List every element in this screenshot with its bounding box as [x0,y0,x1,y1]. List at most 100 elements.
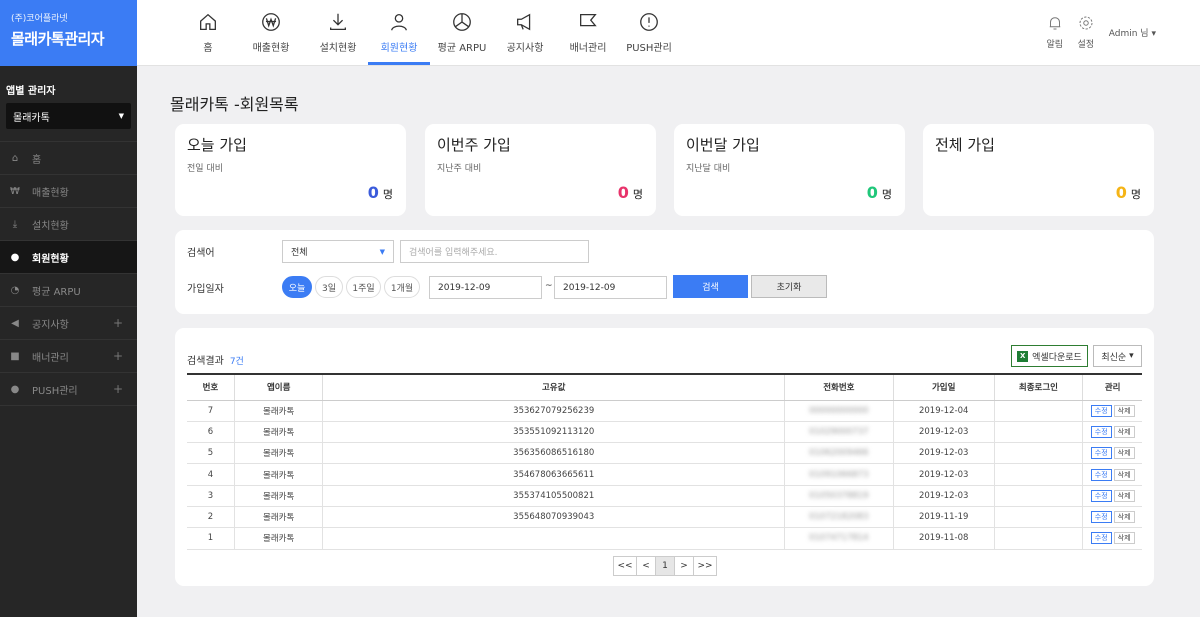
cell-phone: 01050378819 [784,485,894,507]
results-title: 검색결과 [187,356,224,367]
brand[interactable]: (주)코어플라넷 몰래카톡관리자 [0,0,137,66]
date-separator: ~ [545,281,553,291]
edit-button[interactable]: 수정 [1090,489,1112,502]
expand-icon[interactable]: + [113,316,123,330]
delete-button[interactable]: 삭제 [1113,468,1135,481]
expand-icon[interactable]: + [113,382,123,396]
search-type-select[interactable]: 전체 ▼ [282,240,394,263]
sidebar-item-installs[interactable]: ⤓ 설치현황 [0,208,137,241]
table-row: 7 몰래카톡 353627079256239 00000000000 2019-12-0… [187,400,1142,422]
admin-name: Admin 님 [1108,29,1149,39]
nav-push[interactable]: PUSH관리 [620,0,678,66]
table-row: 5 몰래카톡 356356086516180 01062009466 2019-12-0… [187,442,1142,465]
col-header-phone: 전화번호 [784,373,894,401]
cell-phone: 01062009466 [784,442,894,465]
edit-button[interactable]: 수정 [1090,468,1112,481]
page-1-button[interactable]: 1 [655,556,675,576]
sidebar-item-banners[interactable]: ■ 배너관리 + [0,340,137,373]
search-input[interactable]: 검색어를 입력해주세요. [400,240,589,263]
reset-button[interactable]: 초기화 [751,275,827,298]
cell-no: 1 [187,527,235,550]
col-header-uid: 고유값 [322,373,785,401]
cell-joined: 2019-12-03 [893,463,995,486]
delete-button[interactable]: 삭제 [1113,532,1135,545]
cell-last-login [994,485,1084,507]
stat-unit: 명 [632,188,643,201]
range-3day-button[interactable]: 3일 [315,276,343,298]
cell-joined: 2019-12-03 [893,421,995,444]
cell-joined: 2019-12-03 [893,485,995,507]
excel-download-button[interactable]: X 엑셀다운로드 [1011,345,1088,367]
delete-button[interactable]: 삭제 [1113,511,1135,524]
table-row: 1 몰래카톡 01074717814 2019-11-08 수정 삭제 [187,527,1142,550]
edit-button[interactable]: 수정 [1090,404,1112,417]
range-1week-button[interactable]: 1주일 [346,276,381,298]
cell-app: 몰래카톡 [234,527,324,550]
sidebar-item-home[interactable]: ⌂ 홈 [0,142,137,175]
date-to-input[interactable]: 2019-12-09 [554,276,667,299]
flag-icon: ■ [10,350,20,362]
sidebar-item-push[interactable]: ● PUSH관리 + [0,373,137,406]
cell-app: 몰래카톡 [234,463,324,486]
download-icon [330,13,346,30]
cell-joined: 2019-11-19 [893,506,995,529]
sidebar-item-members[interactable]: ● 회원현황 [0,241,137,274]
results-header: 검색결과 7건 [187,352,244,367]
nav-arpu[interactable]: 평균 ARPU [430,0,494,66]
delete-button[interactable]: 삭제 [1113,489,1135,502]
cell-uid: 354678063665611 [322,463,785,486]
last-page-button[interactable]: >> [693,556,717,576]
cell-last-login [994,400,1084,422]
stat-card-week: 이번주 가입 지난주 대비 0명 [425,124,656,216]
date-from-input[interactable]: 2019-12-09 [429,276,542,299]
stat-number: 0 [617,183,629,202]
cell-uid: 353627079256239 [322,400,785,422]
user-icon [391,14,407,31]
results-panel: 검색결과 7건 X 엑셀다운로드 최신순 ▾ 번호 앱이름 고유값 전화번호 가입일… [175,328,1154,586]
edit-button[interactable]: 수정 [1090,425,1112,438]
sidebar-item-label: 회원현황 [32,253,69,265]
delete-button[interactable]: 삭제 [1113,447,1135,460]
sort-label: 최신순 [1101,352,1127,363]
sidebar-item-arpu[interactable]: ◔ 평균 ARPU [0,274,137,307]
nav-sales[interactable]: 매출현황 [234,0,308,66]
edit-button[interactable]: 수정 [1090,532,1112,545]
nav-installs[interactable]: 설치현황 [308,0,368,66]
user-icon: ● [10,251,20,263]
alarm-button[interactable]: 알림 [1046,14,1064,50]
cell-manage: 수정 삭제 [1082,506,1142,529]
range-1month-button[interactable]: 1개월 [384,276,420,298]
cell-phone: 01029000737 [784,421,894,444]
next-page-button[interactable]: > [674,556,694,576]
nav-banners[interactable]: 배너관리 [556,0,620,66]
nav-members[interactable]: 회원현황 [368,0,430,66]
excel-label: 엑셀다운로드 [1032,352,1082,363]
col-header-manage: 관리 [1082,373,1142,401]
stat-number: 0 [866,183,878,202]
prev-page-button[interactable]: < [636,556,656,576]
sidebar-item-notices[interactable]: ◀ 공지사항 + [0,307,137,340]
edit-button[interactable]: 수정 [1090,447,1112,460]
nav-notices[interactable]: 공지사항 [494,0,556,66]
first-page-button[interactable]: << [613,556,637,576]
settings-button[interactable]: 설정 [1077,14,1095,50]
nav-home[interactable]: 홈 [182,0,234,66]
search-button[interactable]: 검색 [673,275,748,298]
edit-button[interactable]: 수정 [1090,511,1112,524]
sort-dropdown[interactable]: 최신순 ▾ [1093,345,1142,367]
sidebar: (주)코어플라넷 몰래카톡관리자 앱별 관리자 몰래카톡 ▼ ⌂ 홈 ₩ 매출현황 … [0,0,137,617]
download-icon: ⤓ [12,218,18,230]
nav-label: 평균 ARPU [437,43,487,54]
stat-number: 0 [1115,183,1127,202]
delete-button[interactable]: 삭제 [1113,425,1135,438]
delete-button[interactable]: 삭제 [1113,404,1135,417]
app-select[interactable]: 몰래카톡 ▼ [6,103,131,129]
caret-down-icon: ▾ [1129,351,1134,361]
range-today-button[interactable]: 오늘 [282,276,312,298]
expand-icon[interactable]: + [113,349,123,363]
stat-title: 오늘 가입 [187,136,247,154]
app-select-label: 앱별 관리자 [6,86,56,97]
sidebar-item-sales[interactable]: ₩ 매출현황 [0,175,137,208]
col-header-joined: 가입일 [893,373,995,401]
admin-menu[interactable]: Admin 님 ▾ [1109,26,1156,39]
